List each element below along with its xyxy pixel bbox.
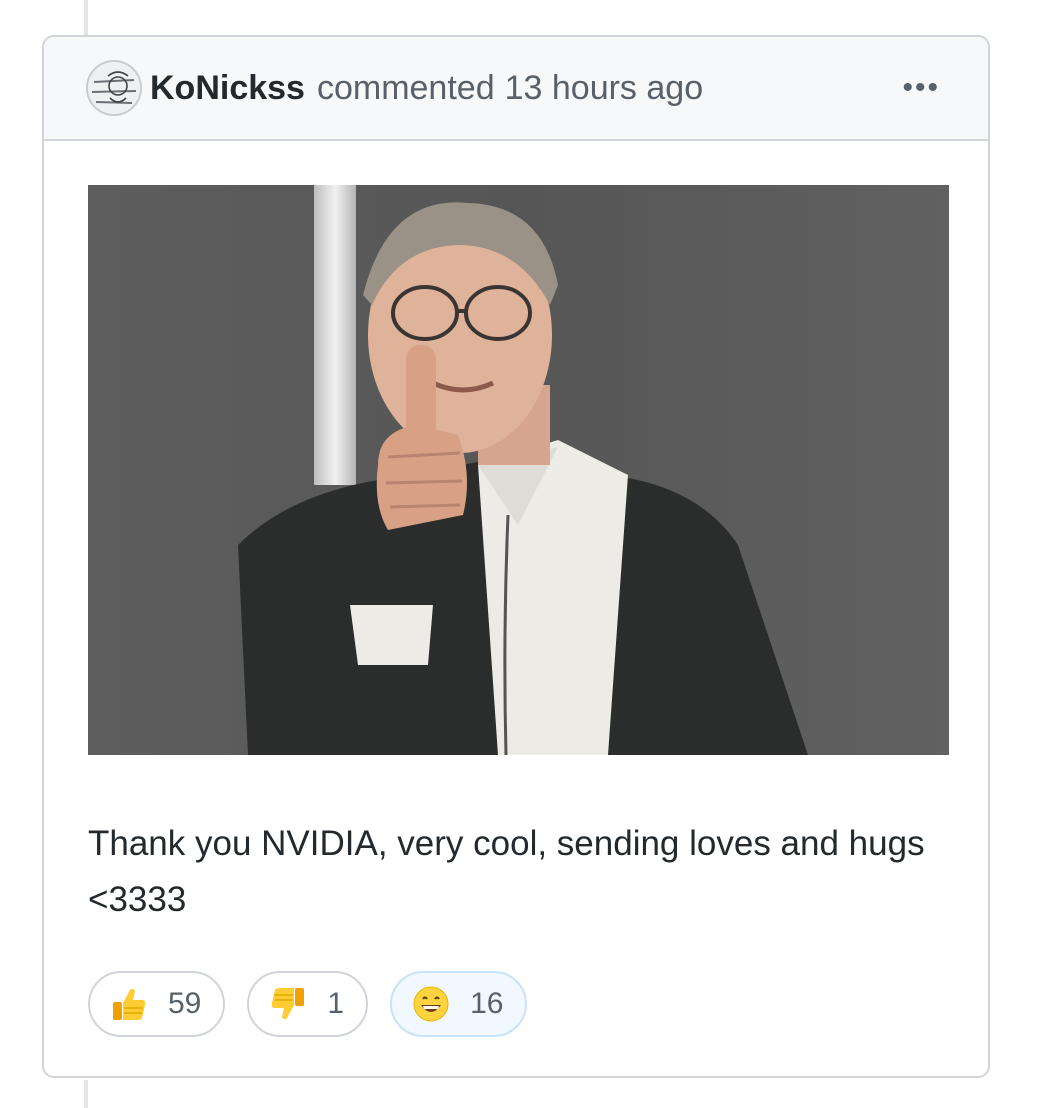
photo-person-thumbs-up (88, 185, 949, 755)
comment-timestamp[interactable]: 13 hours ago (505, 69, 704, 108)
avatar[interactable] (86, 60, 142, 116)
avatar-illustration (88, 62, 140, 114)
comment-action-label: commented (316, 68, 495, 107)
reaction-count: 1 (327, 987, 345, 1020)
thumbs-up-icon (113, 988, 146, 1020)
thumbs-down-icon (272, 988, 305, 1020)
timeline-line (84, 0, 88, 36)
comment-header: KoNickss commented 13 hours ago ••• (44, 37, 988, 141)
reactions-bar: 59 1 16 (88, 971, 528, 1037)
timeline-line (84, 1080, 88, 1108)
comment-text: Thank you NVIDIA, very cool, sending lov… (88, 824, 925, 919)
kebab-horizontal-icon[interactable]: ••• (902, 73, 940, 103)
reaction-count: 16 (470, 987, 504, 1020)
author-link[interactable]: KoNickss (150, 69, 305, 108)
reaction-count: 59 (168, 987, 202, 1020)
reaction-thumbs-up-button[interactable]: 59 (88, 971, 226, 1037)
comment-box: KoNickss commented 13 hours ago ••• Than… (42, 35, 990, 1078)
reaction-thumbs-down-button[interactable]: 1 (247, 971, 369, 1037)
reaction-smile-button[interactable]: 16 (390, 971, 528, 1037)
smile-icon (413, 986, 449, 1022)
attached-photo[interactable] (88, 185, 949, 755)
